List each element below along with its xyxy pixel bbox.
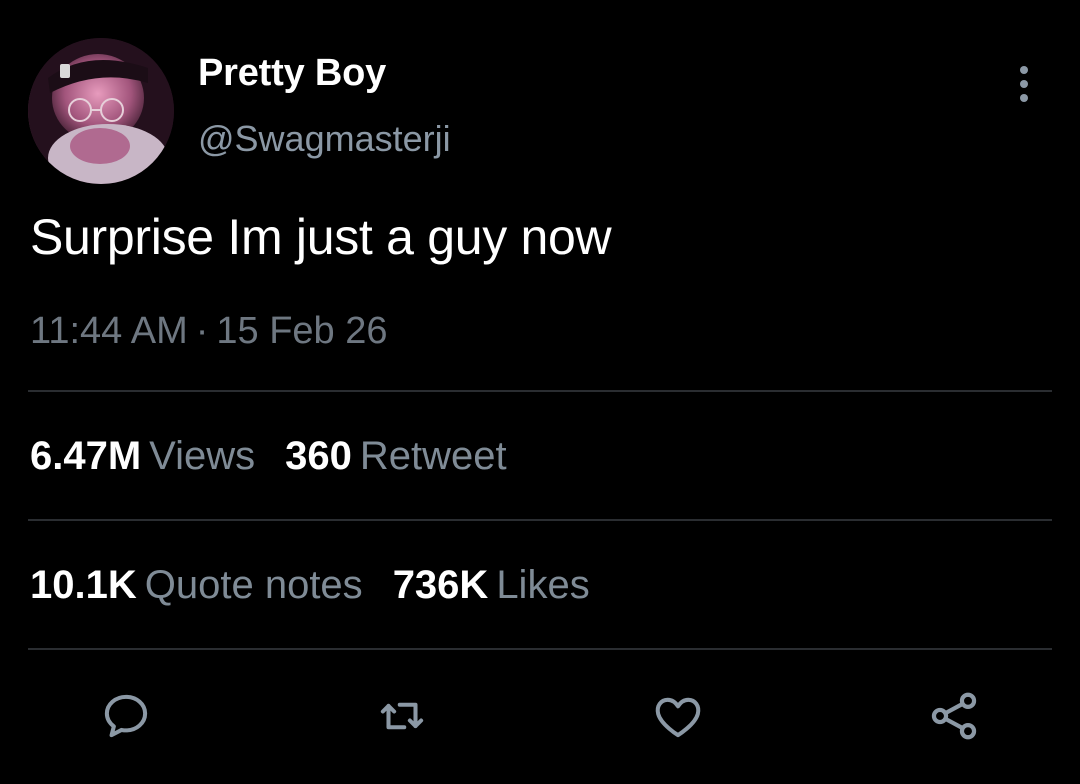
share-button[interactable]	[924, 686, 984, 746]
author-name[interactable]: Pretty Boy	[198, 52, 386, 95]
retweets-label: Retweet	[359, 434, 507, 478]
divider	[28, 648, 1052, 650]
retweet-button[interactable]	[372, 686, 432, 746]
more-vertical-icon	[1020, 66, 1028, 102]
quotes-label: Quote notes	[144, 563, 363, 607]
retweets-count: 360	[285, 434, 352, 478]
heart-icon	[655, 697, 701, 738]
more-options-button[interactable]	[1012, 64, 1036, 104]
like-button[interactable]	[648, 686, 708, 746]
divider	[28, 390, 1052, 392]
views-count: 6.47M	[30, 434, 142, 478]
author-handle[interactable]: @Swagmasterji	[198, 118, 451, 160]
retweet-arrows-icon	[380, 702, 424, 730]
retweets-stat[interactable]: 360 Retweet	[285, 434, 507, 478]
timestamp-separator: ·	[195, 310, 209, 352]
likes-count: 736K	[392, 563, 489, 607]
quotes-stat[interactable]: 10.1K Quote notes	[30, 563, 363, 607]
tweet-time: 11:44 AM	[30, 310, 188, 352]
quotes-count: 10.1K	[30, 563, 137, 607]
avatar-image	[28, 38, 174, 184]
avatar[interactable]	[28, 38, 174, 184]
reply-button[interactable]	[96, 686, 156, 746]
stats-row-views-retweets: 6.47M Views 360 Retweet	[30, 434, 537, 479]
stats-row-quotes-likes: 10.1K Quote notes 736K Likes	[30, 563, 620, 608]
tweet-text: Surprise Im just a guy now	[30, 209, 612, 265]
likes-label: Likes	[496, 563, 590, 607]
likes-stat[interactable]: 736K Likes	[393, 563, 590, 607]
share-nodes-icon	[931, 692, 977, 740]
views-stat[interactable]: 6.47M Views	[30, 434, 255, 478]
divider	[28, 519, 1052, 521]
tweet-date: 15 Feb 26	[216, 310, 388, 352]
speech-bubble-icon	[104, 694, 148, 738]
views-label: Views	[149, 434, 256, 478]
tweet-timestamp[interactable]: 11:44 AM · 15 Feb 26	[30, 310, 388, 353]
